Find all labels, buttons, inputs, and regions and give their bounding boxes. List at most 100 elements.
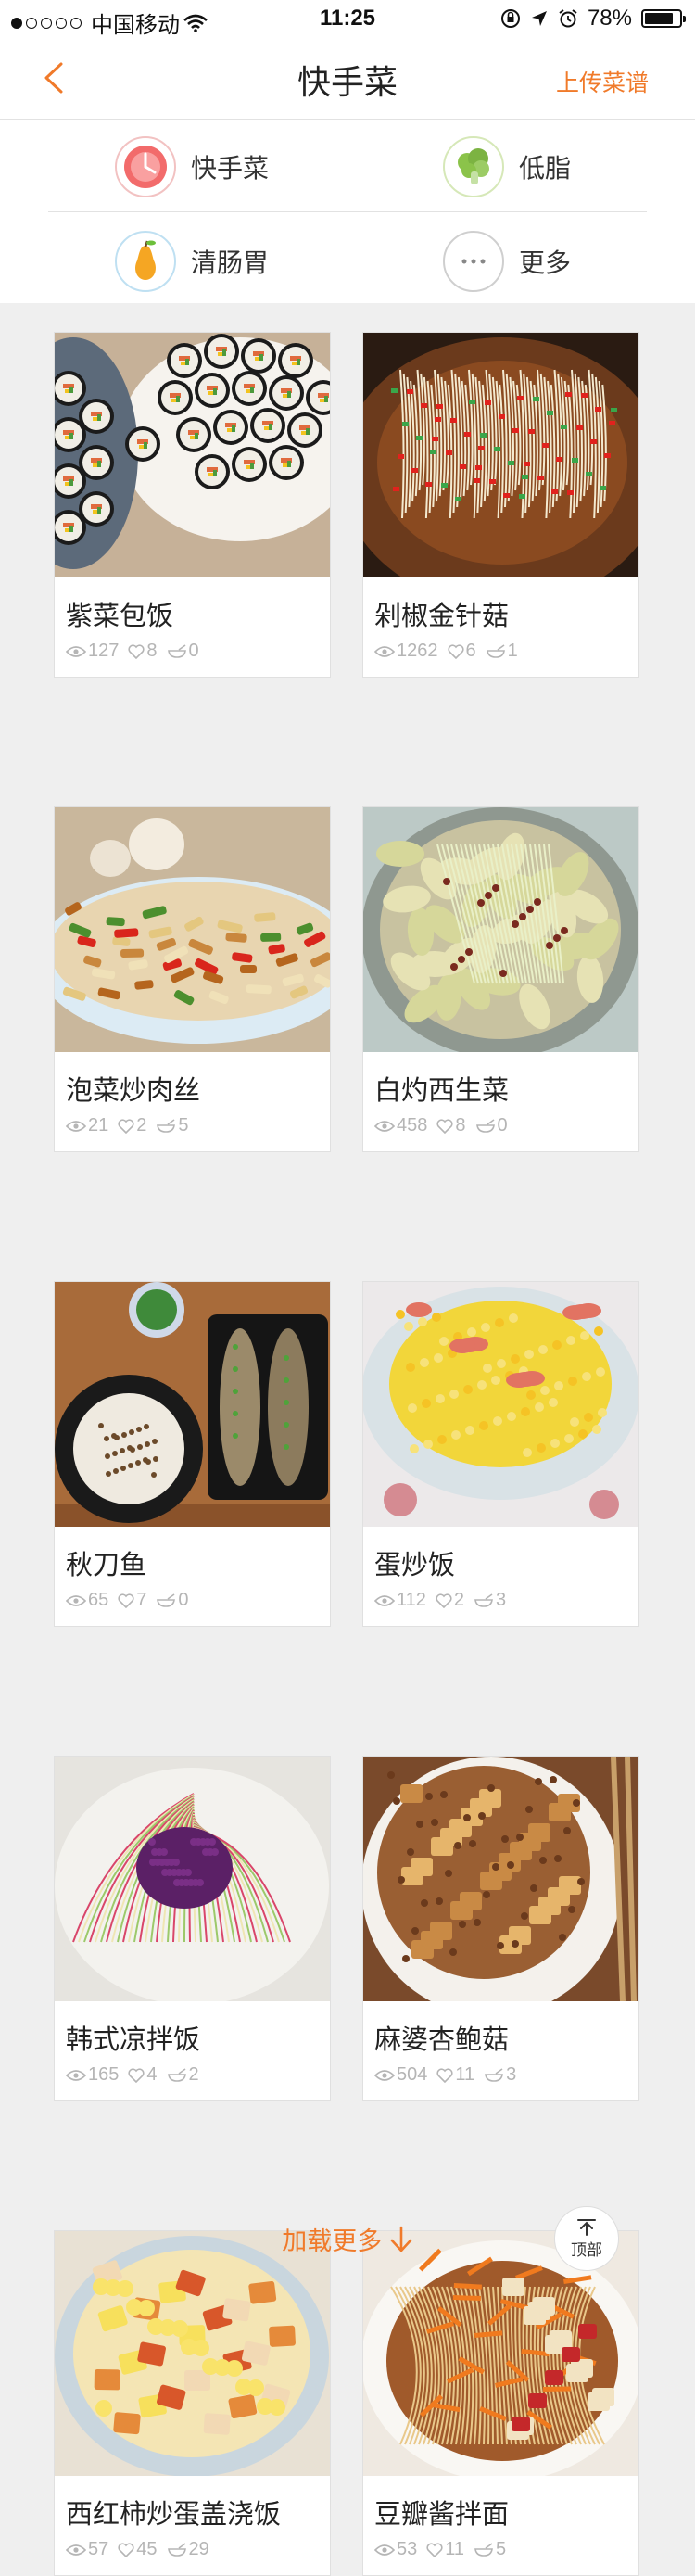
views-stat: 112 (374, 1590, 426, 1611)
likes-count: 2 (453, 1590, 465, 1610)
divider (48, 211, 647, 212)
recipe-card[interactable]: 西红柿炒蛋盖浇饭 57 45 29 (54, 2230, 331, 2576)
heart-icon (436, 1593, 452, 1608)
recipe-card[interactable]: 蛋炒饭 112 2 3 (362, 1281, 639, 1627)
pear-icon (115, 231, 176, 292)
recipe-photo[interactable] (55, 333, 330, 577)
recipe-card[interactable]: 紫菜包饭 127 8 0 (54, 332, 331, 678)
recipe-name: 泡菜炒肉丝 (66, 1076, 201, 1106)
heart-icon (118, 1118, 134, 1134)
comments-stat: 29 (167, 2539, 209, 2560)
bowl-icon (474, 2542, 493, 2557)
likes-stat: 4 (128, 2064, 158, 2086)
views-stat: 53 (374, 2539, 417, 2560)
bowl-icon (475, 1118, 495, 1133)
likes-count: 45 (136, 2539, 158, 2559)
comments-stat: 5 (474, 2539, 506, 2560)
likes-stat: 8 (436, 1115, 466, 1136)
recipe-name: 蛋炒饭 (374, 1551, 456, 1580)
category-quick[interactable]: 快手菜 (115, 125, 415, 209)
comments-count: 0 (188, 641, 199, 661)
bowl-icon (485, 2067, 504, 2082)
recipe-photo[interactable] (363, 1282, 638, 1527)
recipe-card[interactable]: 豆瓣酱拌面 53 11 5 (362, 2230, 639, 2576)
recipe-photo[interactable] (363, 807, 638, 1052)
recipe-card[interactable]: 泡菜炒肉丝 21 2 5 (54, 806, 331, 1152)
eye-icon (66, 1120, 86, 1132)
views-count: 53 (397, 2539, 418, 2559)
views-count: 504 (397, 2064, 428, 2085)
recipe-photo[interactable] (363, 1757, 638, 2001)
likes-stat: 2 (436, 1590, 464, 1611)
eye-icon (66, 2069, 86, 2081)
category-label: 更多 (519, 248, 572, 277)
eye-icon (374, 2544, 395, 2556)
chevron-down-icon (390, 2226, 412, 2252)
back-to-top-button[interactable]: 顶部 (554, 2206, 619, 2271)
recipe-name: 豆瓣酱拌面 (374, 2500, 510, 2530)
bowl-icon (167, 2067, 186, 2082)
heart-icon (128, 643, 145, 659)
bowl-icon (474, 1593, 493, 1607)
recipe-stats: 65 7 0 (66, 1590, 198, 1611)
comments-count: 5 (178, 1115, 189, 1136)
heart-icon (118, 1593, 134, 1608)
eye-icon (374, 1594, 395, 1606)
broccoli-icon (443, 136, 504, 197)
recipe-photo[interactable] (363, 333, 638, 577)
views-count: 127 (88, 641, 120, 661)
heart-icon (436, 2067, 453, 2083)
views-stat: 57 (66, 2539, 108, 2560)
comments-count: 3 (496, 1590, 507, 1610)
arrow-up-icon (577, 2218, 596, 2236)
category-cleanse[interactable]: 清肠胃 (115, 220, 415, 303)
views-count: 65 (88, 1590, 109, 1610)
comments-count: 0 (178, 1590, 189, 1610)
views-stat: 458 (374, 1115, 427, 1136)
recipe-photo[interactable] (55, 1757, 330, 2001)
likes-stat: 7 (118, 1590, 146, 1611)
heart-icon (436, 1118, 453, 1134)
recipe-card[interactable]: 秋刀鱼 65 7 0 (54, 1281, 331, 1627)
recipe-name: 秋刀鱼 (66, 1551, 147, 1580)
recipe-card[interactable]: 麻婆杏鲍菇 504 11 3 (362, 1756, 639, 2101)
more-icon (443, 231, 504, 292)
recipe-stats: 112 2 3 (374, 1590, 515, 1611)
battery-percent: 78% (587, 6, 632, 31)
recipe-stats: 458 8 0 (374, 1115, 517, 1136)
eye-icon (374, 2069, 395, 2081)
recipe-photo[interactable] (55, 807, 330, 1052)
recipe-card[interactable]: 白灼西生菜 458 8 0 (362, 806, 639, 1152)
clock-icon (115, 136, 176, 197)
likes-stat: 45 (118, 2539, 158, 2560)
likes-count: 8 (146, 641, 158, 661)
heart-icon (426, 2542, 443, 2557)
bowl-icon (486, 643, 505, 658)
recipe-name: 剁椒金针菇 (374, 602, 510, 631)
recipe-stats: 53 11 5 (374, 2539, 515, 2560)
views-stat: 65 (66, 1590, 108, 1611)
recipe-name: 麻婆杏鲍菇 (374, 2025, 510, 2055)
category-low-fat[interactable]: 低脂 (443, 125, 695, 209)
likes-stat: 6 (447, 641, 476, 662)
likes-count: 2 (136, 1115, 147, 1136)
recipe-photo[interactable] (55, 1282, 330, 1527)
recipe-photo[interactable] (55, 2231, 330, 2476)
comments-stat: 3 (474, 1590, 506, 1611)
rotation-lock-icon (500, 9, 520, 28)
recipe-stats: 1262 6 1 (374, 641, 527, 662)
bowl-icon (157, 1118, 176, 1133)
comments-count: 2 (188, 2064, 199, 2085)
likes-count: 8 (455, 1115, 466, 1136)
upload-recipe-button[interactable]: 上传菜谱 (556, 65, 649, 98)
category-label: 清肠胃 (191, 248, 270, 277)
views-stat: 504 (374, 2064, 427, 2086)
recipe-card[interactable]: 剁椒金针菇 1262 6 1 (362, 332, 639, 678)
comments-count: 1 (507, 641, 518, 661)
eye-icon (66, 2544, 86, 2556)
recipe-card[interactable]: 韩式凉拌饭 165 4 2 (54, 1756, 331, 2101)
alarm-icon (559, 9, 577, 28)
recipe-stats: 504 11 3 (374, 2064, 525, 2086)
category-more[interactable]: 更多 (443, 220, 695, 303)
comments-count: 0 (497, 1115, 508, 1136)
